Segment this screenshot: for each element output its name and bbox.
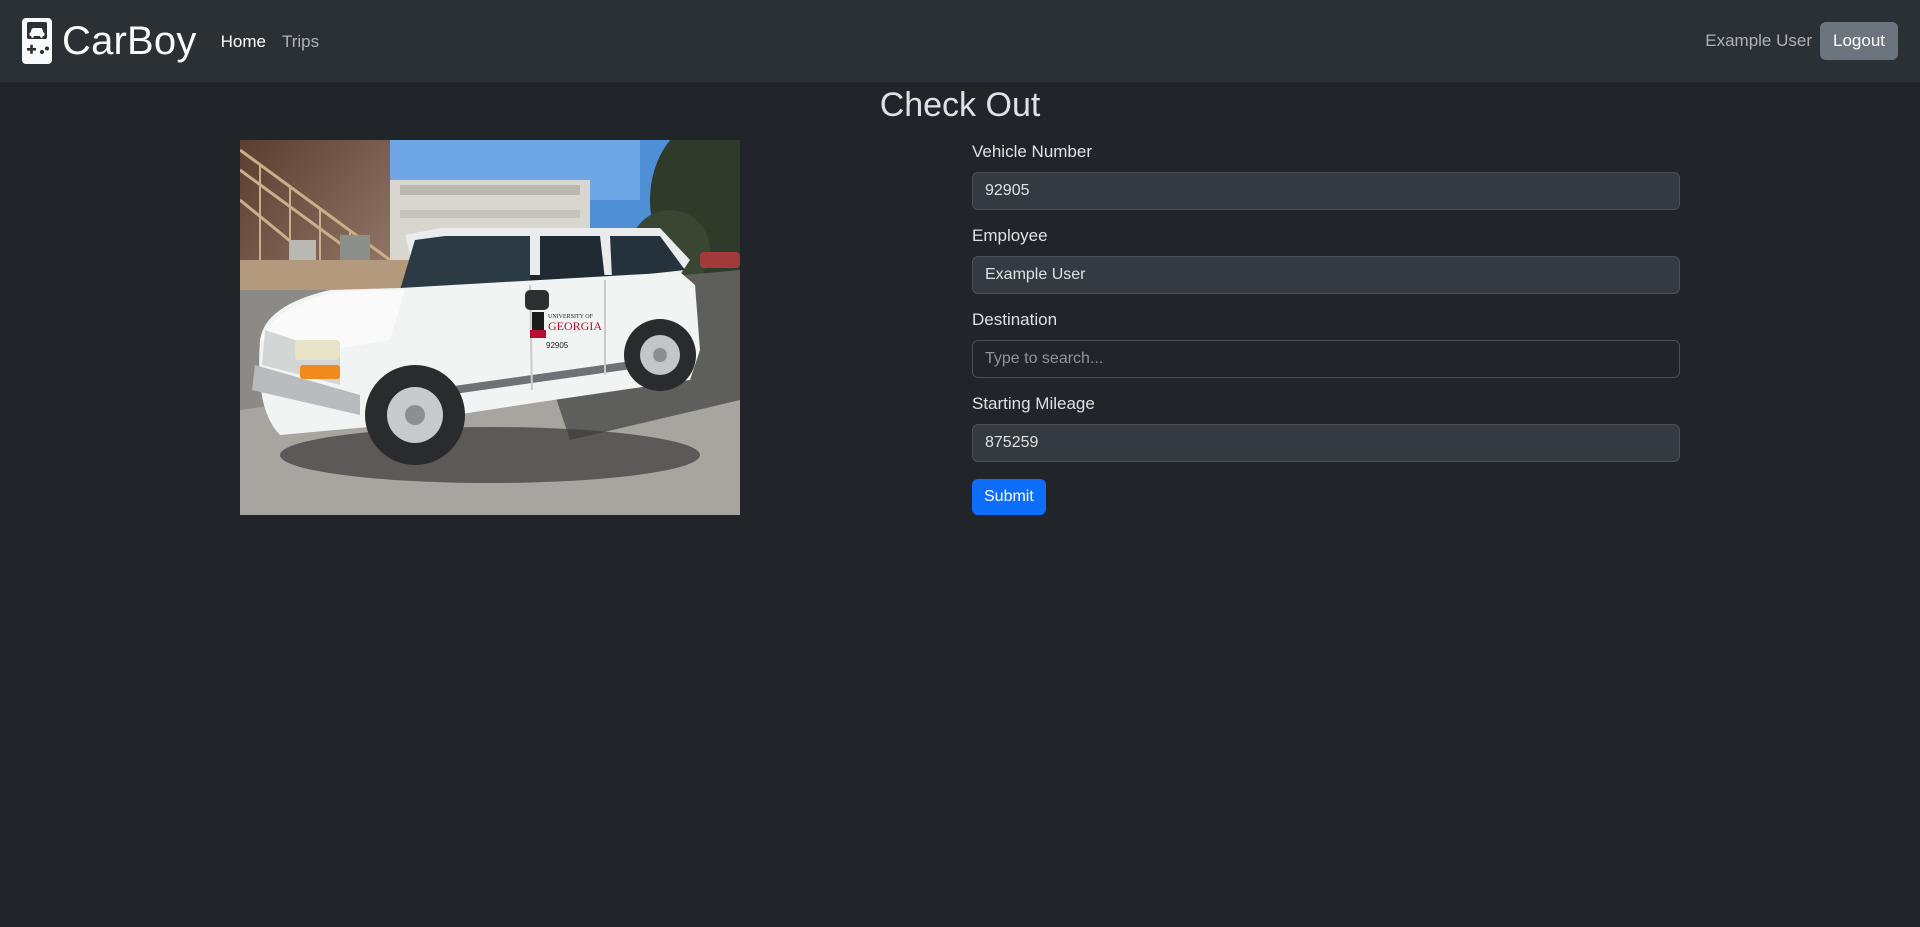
- submit-button[interactable]: Submit: [972, 479, 1046, 515]
- starting-mileage-field[interactable]: [972, 424, 1680, 462]
- vehicle-photo-illustration: UNIVERSITY OF GEORGIA 92905: [240, 140, 740, 515]
- checkout-form: Vehicle Number Employee Destination Star…: [972, 140, 1680, 515]
- nav-link-trips[interactable]: Trips: [282, 32, 319, 52]
- starting-mileage-label: Starting Mileage: [972, 394, 1095, 413]
- starting-mileage-group: Starting Mileage: [972, 392, 1680, 462]
- vehicle-number-group: Vehicle Number: [972, 140, 1680, 210]
- gameboy-car-icon: [22, 18, 52, 64]
- nav-link-home[interactable]: Home: [221, 32, 266, 52]
- destination-search-input[interactable]: [972, 340, 1680, 378]
- destination-label: Destination: [972, 310, 1058, 329]
- brand-link[interactable]: CarBoy: [22, 18, 197, 64]
- employee-field[interactable]: [972, 256, 1680, 294]
- employee-label: Employee: [972, 226, 1048, 245]
- vehicle-photo: UNIVERSITY OF GEORGIA 92905: [240, 140, 740, 515]
- vehicle-number-label: Vehicle Number: [972, 142, 1093, 161]
- employee-group: Employee: [972, 224, 1680, 294]
- page-title: Check Out: [879, 86, 1041, 124]
- user-area: Example User Logout: [1705, 22, 1898, 60]
- vehicle-number-field[interactable]: [972, 172, 1680, 210]
- brand-name: CarBoy: [62, 18, 197, 63]
- top-navbar: CarBoy Home Trips Example User Logout: [0, 0, 1920, 82]
- decal-number: 92905: [546, 341, 569, 350]
- decal-line-2: GEORGIA: [548, 319, 602, 333]
- logout-button[interactable]: Logout: [1820, 22, 1898, 60]
- destination-group: Destination: [972, 308, 1680, 378]
- nav-links: Home Trips: [221, 32, 320, 52]
- current-user-name: Example User: [1705, 31, 1812, 50]
